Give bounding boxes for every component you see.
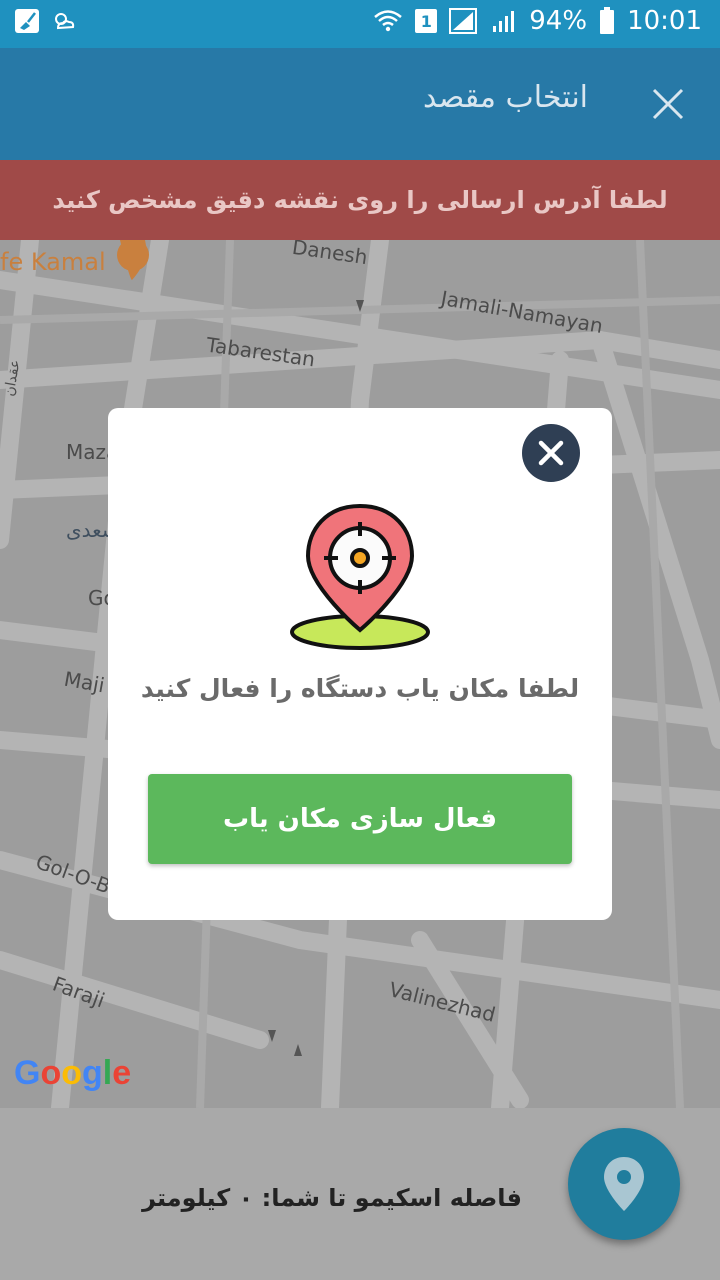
dialog-message: لطفا مکان یاب دستگاه را فعال کنید	[140, 674, 580, 703]
app-bar: انتخاب مقصد	[0, 48, 720, 160]
weather-icon	[55, 13, 75, 30]
location-permission-dialog: لطفا مکان یاب دستگاه را فعال کنید فعال س…	[108, 408, 612, 920]
distance-text: فاصله اسکیمو تا شما: ۰ کیلومتر	[142, 1184, 522, 1212]
status-left	[14, 8, 76, 34]
status-right: 1 94% 10:01	[373, 6, 702, 36]
location-target-icon	[290, 503, 430, 650]
sim-icon: 1	[415, 9, 438, 33]
activate-location-button[interactable]: فعال سازی مکان یاب	[148, 774, 572, 864]
alert-banner: لطفا آدرس ارسالی را روی نقشه دقیق مشخص ک…	[0, 160, 720, 240]
close-icon[interactable]	[650, 86, 686, 122]
signal-icon	[449, 8, 478, 34]
map-label-cafe: fe Kamal	[0, 248, 106, 276]
clock: 10:01	[627, 6, 702, 36]
dialog-close-button[interactable]	[522, 424, 580, 482]
page-title: انتخاب مقصد	[422, 80, 588, 115]
battery-icon	[600, 7, 615, 34]
status-bar: 1 94% 10:01	[0, 0, 720, 48]
signal-bars-icon	[493, 11, 515, 32]
google-attribution: Google	[14, 1054, 132, 1092]
location-pin-icon	[604, 1157, 644, 1211]
broom-icon	[15, 9, 39, 33]
alert-text: لطفا آدرس ارسالی را روی نقشه دقیق مشخص ک…	[52, 186, 668, 214]
close-icon	[538, 440, 564, 466]
battery-percent: 94%	[529, 6, 588, 36]
wifi-icon	[374, 10, 403, 32]
my-location-button[interactable]	[568, 1128, 680, 1240]
